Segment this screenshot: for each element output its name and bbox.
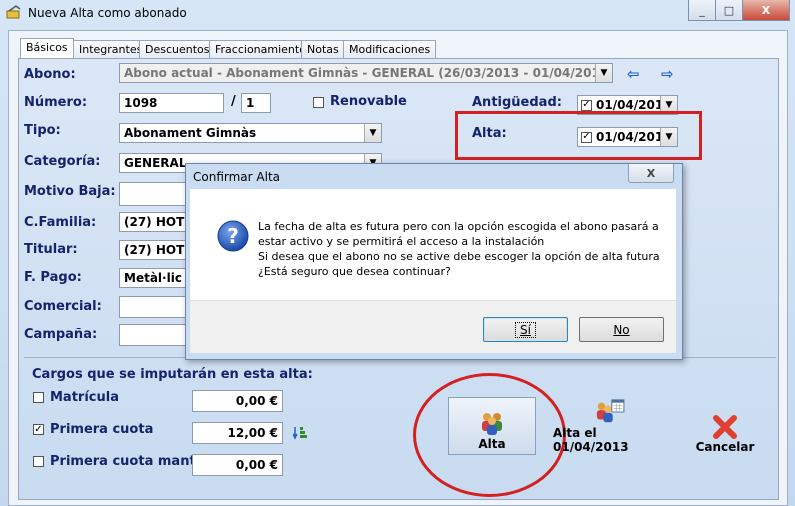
- tab-integrantes[interactable]: Integrantes: [73, 40, 149, 59]
- primera-cuota-mant-amount[interactable]: 0,00 €: [192, 454, 283, 476]
- numero-input[interactable]: 1098: [119, 93, 224, 113]
- arrow-left-icon[interactable]: ⇦: [627, 65, 640, 83]
- tab-fraccionamiento[interactable]: Fraccionamiento: [209, 40, 312, 59]
- alta-fecha-button[interactable]: Alta el 01/04/2013: [553, 398, 665, 454]
- dialog-message: La fecha de alta es futura pero con la o…: [258, 219, 668, 279]
- svg-text:?: ?: [227, 224, 239, 248]
- tab-notas[interactable]: Notas: [301, 40, 345, 59]
- antiguedad-label: Antigüedad:: [472, 95, 562, 110]
- minimize-button[interactable]: _: [688, 0, 716, 21]
- arrow-right-icon[interactable]: ⇨: [661, 65, 674, 83]
- abono-value: Abono actual - Abonament Gimnàs - GENERA…: [124, 66, 613, 80]
- yes-button[interactable]: Sí: [483, 317, 568, 342]
- users-calendar-icon: [596, 399, 625, 423]
- categoria-value: GENERAL: [124, 156, 187, 170]
- yes-button-label: Sí: [515, 321, 536, 338]
- tab-basicos[interactable]: Básicos: [20, 38, 74, 60]
- primera-cuota-mant-label: Primera cuota mant.: [50, 454, 201, 469]
- primera-cuota-mant-checkbox[interactable]: [33, 456, 44, 467]
- maximize-button[interactable]: □: [715, 0, 743, 21]
- numero-separator: /: [231, 94, 236, 109]
- dialog-message-line: La fecha de alta es futura pero con la o…: [258, 220, 659, 233]
- antiguedad-checkbox[interactable]: ✓: [581, 99, 592, 111]
- close-button[interactable]: X: [742, 0, 790, 21]
- matricula-checkbox[interactable]: [33, 392, 44, 403]
- tipo-label: Tipo:: [24, 123, 61, 138]
- cfamilia-label: C.Familia:: [24, 215, 97, 230]
- tipo-select[interactable]: Abonament Gimnàs ▼: [119, 123, 382, 143]
- motivo-baja-label: Motivo Baja:: [24, 184, 116, 199]
- cancelar-button-label: Cancelar: [695, 440, 755, 454]
- close-icon: [713, 415, 737, 439]
- dialog-message-line: ¿Está seguro que desea continuar?: [258, 265, 451, 278]
- dialog-title: Confirmar Alta: [193, 170, 280, 184]
- no-button-label: No: [613, 322, 630, 337]
- tab-descuentos[interactable]: Descuentos: [139, 40, 216, 59]
- motivo-baja-input[interactable]: [119, 182, 189, 206]
- categoria-label: Categoría:: [24, 154, 101, 169]
- sort-down-icon[interactable]: [293, 426, 311, 440]
- comercial-select[interactable]: [119, 296, 189, 318]
- fpago-label: F. Pago:: [24, 270, 82, 285]
- renovable-checkbox[interactable]: [313, 97, 324, 108]
- primera-cuota-label: Primera cuota: [50, 422, 154, 437]
- question-icon: ?: [217, 220, 249, 252]
- alta-fecha-button-label: Alta el 01/04/2013: [553, 426, 629, 454]
- tab-modificaciones[interactable]: Modificaciones: [343, 40, 437, 59]
- window-title: Nueva Alta como abonado: [28, 6, 187, 20]
- numero-label: Número:: [24, 95, 88, 110]
- cfamilia-input[interactable]: (27) HOTE: [119, 212, 189, 232]
- chevron-down-icon: ▼: [660, 128, 677, 146]
- primera-cuota-checkbox[interactable]: ✓: [33, 424, 44, 435]
- comercial-label: Comercial:: [24, 299, 102, 314]
- abono-label: Abono:: [24, 67, 76, 82]
- no-button[interactable]: No: [579, 317, 664, 342]
- alta-checkbox[interactable]: ✓: [581, 131, 592, 143]
- titular-label: Titular:: [24, 242, 78, 257]
- dialog-message-line: estar activo y se permitirá el acceso a …: [258, 235, 545, 248]
- chevron-down-icon: ▼: [595, 64, 612, 82]
- abono-select[interactable]: Abono actual - Abonament Gimnàs - GENERA…: [119, 63, 613, 83]
- alta-date-picker[interactable]: ✓ 01/04/2013 ▼: [577, 127, 678, 147]
- campana-label: Campaña:: [24, 327, 98, 342]
- renovable-label: Renovable: [330, 94, 407, 109]
- cargos-title: Cargos que se imputarán en esta alta:: [32, 367, 313, 382]
- app-icon: [6, 5, 21, 19]
- cancelar-button[interactable]: Cancelar: [693, 404, 757, 454]
- campana-select[interactable]: [119, 324, 189, 346]
- numero-sub-input[interactable]: 1: [241, 93, 271, 113]
- matricula-amount[interactable]: 0,00 €: [192, 390, 283, 412]
- chevron-down-icon: ▼: [364, 124, 381, 142]
- highlight-annotation-ellipse: [413, 373, 566, 497]
- dialog-message-line: Si desea que el abono no se active debe …: [258, 250, 660, 263]
- primera-cuota-amount[interactable]: 12,00 €: [192, 422, 283, 444]
- tipo-value: Abonament Gimnàs: [124, 126, 257, 140]
- dialog-close-button[interactable]: X: [628, 164, 674, 183]
- titular-input[interactable]: (27) HOTE: [119, 240, 189, 260]
- fpago-select[interactable]: Metàl·lic (: [119, 268, 189, 288]
- alta-label: Alta:: [472, 126, 507, 141]
- matricula-label: Matrícula: [50, 390, 119, 405]
